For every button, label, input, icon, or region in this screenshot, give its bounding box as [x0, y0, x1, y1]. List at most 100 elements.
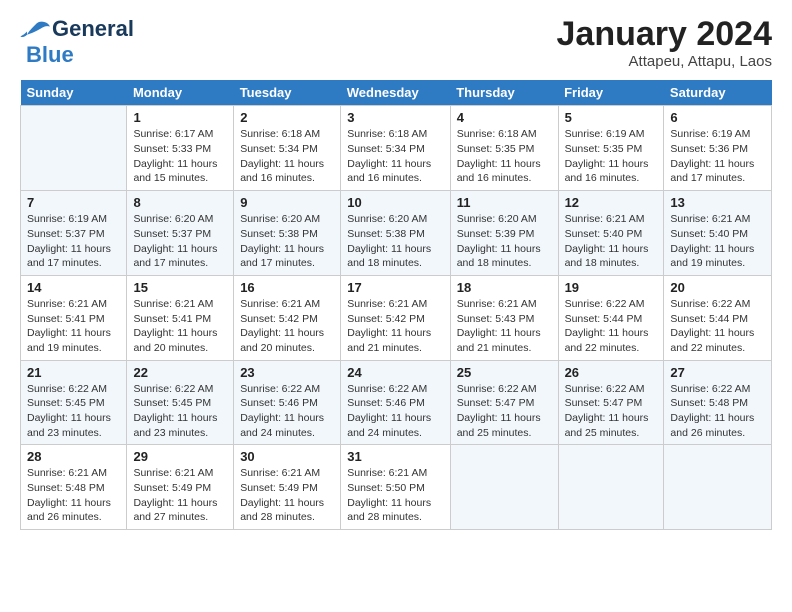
table-row: 24Sunrise: 6:22 AMSunset: 5:46 PMDayligh…	[341, 360, 450, 445]
day-info: Sunrise: 6:22 AMSunset: 5:47 PMDaylight:…	[565, 382, 658, 441]
table-row: 14 Sunrise: 6:21 AMSunset: 5:41 PMDayligh…	[21, 275, 127, 360]
day-number: 28	[27, 449, 120, 464]
table-row: 9 Sunrise: 6:20 AMSunset: 5:38 PMDaylight…	[234, 191, 341, 276]
table-row: 6 Sunrise: 6:19 AMSunset: 5:36 PMDaylight…	[664, 106, 772, 191]
table-row: 30 Sunrise: 6:21 AMSunset: 5:49 PMDayligh…	[234, 445, 341, 530]
calendar-body: 1Sunrise: 6:17 AMSunset: 5:33 PMDaylight…	[21, 106, 772, 530]
calendar-week-row: 21Sunrise: 6:22 AMSunset: 5:45 PMDayligh…	[21, 360, 772, 445]
day-info: Sunrise: 6:22 AMSunset: 5:46 PMDaylight:…	[240, 382, 334, 441]
table-row: 15 Sunrise: 6:21 AMSunset: 5:41 PMDayligh…	[127, 275, 234, 360]
header-tuesday: Tuesday	[234, 80, 341, 106]
table-row: 26 Sunrise: 6:22 AMSunset: 5:47 PMDayligh…	[558, 360, 664, 445]
day-info: Sunrise: 6:22 AMSunset: 5:44 PMDaylight:…	[670, 297, 765, 356]
day-info: Sunrise: 6:18 AMSunset: 5:34 PMDaylight:…	[240, 127, 334, 186]
table-row: 29 Sunrise: 6:21 AMSunset: 5:49 PMDayligh…	[127, 445, 234, 530]
day-number: 25	[457, 365, 552, 380]
day-number: 18	[457, 280, 552, 295]
day-info: Sunrise: 6:21 AMSunset: 5:43 PMDaylight:…	[457, 297, 552, 356]
table-row: 10Sunrise: 6:20 AMSunset: 5:38 PMDayligh…	[341, 191, 450, 276]
logo-bird-icon	[20, 20, 52, 38]
calendar-week-row: 28 Sunrise: 6:21 AMSunset: 5:48 PMDayligh…	[21, 445, 772, 530]
day-number: 14	[27, 280, 120, 295]
calendar-table: Sunday Monday Tuesday Wednesday Thursday…	[20, 80, 772, 530]
page: General Blue January 2024 Attapeu, Attap…	[0, 0, 792, 612]
day-number: 13	[670, 195, 765, 210]
weekday-header-row: Sunday Monday Tuesday Wednesday Thursday…	[21, 80, 772, 106]
title-block: January 2024 Attapeu, Attapu, Laos	[557, 16, 773, 70]
day-number: 29	[133, 449, 227, 464]
table-row: 23 Sunrise: 6:22 AMSunset: 5:46 PMDayligh…	[234, 360, 341, 445]
day-number: 19	[565, 280, 658, 295]
table-row: 4Sunrise: 6:18 AMSunset: 5:35 PMDaylight…	[450, 106, 558, 191]
day-info: Sunrise: 6:21 AMSunset: 5:49 PMDaylight:…	[240, 466, 334, 525]
day-number: 30	[240, 449, 334, 464]
table-row: 19 Sunrise: 6:22 AMSunset: 5:44 PMDayligh…	[558, 275, 664, 360]
table-row	[664, 445, 772, 530]
table-row: 21Sunrise: 6:22 AMSunset: 5:45 PMDayligh…	[21, 360, 127, 445]
day-info: Sunrise: 6:22 AMSunset: 5:45 PMDaylight:…	[133, 382, 227, 441]
day-info: Sunrise: 6:21 AMSunset: 5:49 PMDaylight:…	[133, 466, 227, 525]
day-number: 7	[27, 195, 120, 210]
day-number: 9	[240, 195, 334, 210]
day-info: Sunrise: 6:21 AMSunset: 5:40 PMDaylight:…	[565, 212, 658, 271]
day-number: 16	[240, 280, 334, 295]
day-info: Sunrise: 6:18 AMSunset: 5:34 PMDaylight:…	[347, 127, 443, 186]
table-row	[558, 445, 664, 530]
logo: General Blue	[20, 16, 134, 68]
day-number: 3	[347, 110, 443, 125]
calendar-subtitle: Attapeu, Attapu, Laos	[557, 53, 773, 70]
table-row: 13Sunrise: 6:21 AMSunset: 5:40 PMDayligh…	[664, 191, 772, 276]
calendar-week-row: 7 Sunrise: 6:19 AMSunset: 5:37 PMDaylight…	[21, 191, 772, 276]
table-row: 3 Sunrise: 6:18 AMSunset: 5:34 PMDaylight…	[341, 106, 450, 191]
day-info: Sunrise: 6:21 AMSunset: 5:48 PMDaylight:…	[27, 466, 120, 525]
calendar-title: January 2024	[557, 16, 773, 53]
header-thursday: Thursday	[450, 80, 558, 106]
table-row: 25 Sunrise: 6:22 AMSunset: 5:47 PMDayligh…	[450, 360, 558, 445]
day-info: Sunrise: 6:22 AMSunset: 5:48 PMDaylight:…	[670, 382, 765, 441]
table-row: 1Sunrise: 6:17 AMSunset: 5:33 PMDaylight…	[127, 106, 234, 191]
table-row: 7 Sunrise: 6:19 AMSunset: 5:37 PMDaylight…	[21, 191, 127, 276]
day-info: Sunrise: 6:22 AMSunset: 5:47 PMDaylight:…	[457, 382, 552, 441]
day-number: 15	[133, 280, 227, 295]
day-info: Sunrise: 6:20 AMSunset: 5:38 PMDaylight:…	[240, 212, 334, 271]
table-row: 18 Sunrise: 6:21 AMSunset: 5:43 PMDayligh…	[450, 275, 558, 360]
header-sunday: Sunday	[21, 80, 127, 106]
header-friday: Friday	[558, 80, 664, 106]
day-info: Sunrise: 6:20 AMSunset: 5:39 PMDaylight:…	[457, 212, 552, 271]
header: General Blue January 2024 Attapeu, Attap…	[20, 16, 772, 70]
table-row: 16Sunrise: 6:21 AMSunset: 5:42 PMDayligh…	[234, 275, 341, 360]
day-info: Sunrise: 6:21 AMSunset: 5:42 PMDaylight:…	[347, 297, 443, 356]
table-row	[450, 445, 558, 530]
day-info: Sunrise: 6:22 AMSunset: 5:46 PMDaylight:…	[347, 382, 443, 441]
day-number: 10	[347, 195, 443, 210]
day-number: 12	[565, 195, 658, 210]
day-number: 6	[670, 110, 765, 125]
calendar-week-row: 1Sunrise: 6:17 AMSunset: 5:33 PMDaylight…	[21, 106, 772, 191]
table-row: 8 Sunrise: 6:20 AMSunset: 5:37 PMDaylight…	[127, 191, 234, 276]
day-number: 31	[347, 449, 443, 464]
table-row: 28 Sunrise: 6:21 AMSunset: 5:48 PMDayligh…	[21, 445, 127, 530]
table-row: 31Sunrise: 6:21 AMSunset: 5:50 PMDayligh…	[341, 445, 450, 530]
day-info: Sunrise: 6:19 AMSunset: 5:36 PMDaylight:…	[670, 127, 765, 186]
day-info: Sunrise: 6:22 AMSunset: 5:44 PMDaylight:…	[565, 297, 658, 356]
table-row: 20Sunrise: 6:22 AMSunset: 5:44 PMDayligh…	[664, 275, 772, 360]
day-number: 26	[565, 365, 658, 380]
day-number: 22	[133, 365, 227, 380]
calendar-week-row: 14 Sunrise: 6:21 AMSunset: 5:41 PMDayligh…	[21, 275, 772, 360]
day-number: 4	[457, 110, 552, 125]
day-number: 8	[133, 195, 227, 210]
day-info: Sunrise: 6:21 AMSunset: 5:41 PMDaylight:…	[27, 297, 120, 356]
day-info: Sunrise: 6:20 AMSunset: 5:37 PMDaylight:…	[133, 212, 227, 271]
day-number: 2	[240, 110, 334, 125]
header-wednesday: Wednesday	[341, 80, 450, 106]
day-info: Sunrise: 6:17 AMSunset: 5:33 PMDaylight:…	[133, 127, 227, 186]
day-info: Sunrise: 6:19 AMSunset: 5:35 PMDaylight:…	[565, 127, 658, 186]
table-row: 11 Sunrise: 6:20 AMSunset: 5:39 PMDayligh…	[450, 191, 558, 276]
day-info: Sunrise: 6:19 AMSunset: 5:37 PMDaylight:…	[27, 212, 120, 271]
day-number: 11	[457, 195, 552, 210]
day-number: 5	[565, 110, 658, 125]
day-info: Sunrise: 6:22 AMSunset: 5:45 PMDaylight:…	[27, 382, 120, 441]
header-monday: Monday	[127, 80, 234, 106]
day-number: 23	[240, 365, 334, 380]
day-info: Sunrise: 6:21 AMSunset: 5:41 PMDaylight:…	[133, 297, 227, 356]
